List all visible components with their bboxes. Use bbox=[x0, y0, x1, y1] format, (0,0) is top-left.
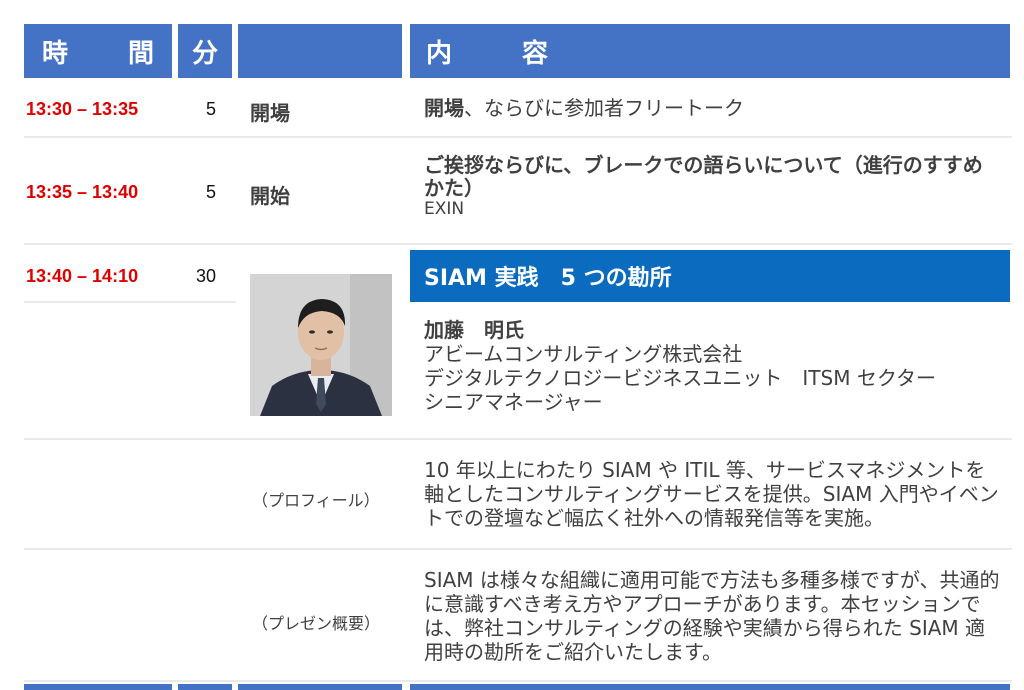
header-content: 内 容 bbox=[410, 24, 1010, 78]
row-1-content-rest: 、ならびに参加者フリートーク bbox=[464, 96, 744, 120]
row-2-time: 13:35 – 13:40 bbox=[26, 182, 139, 202]
session-title: SIAM 実践 5 つの勘所 bbox=[424, 266, 672, 291]
row-2-minutes: 5 bbox=[205, 182, 216, 202]
next-row-strip-3 bbox=[238, 684, 402, 690]
row-2-content: ご挨拶ならびに、ブレークでの語らいについて（進行のすすめかた） EXIN bbox=[424, 154, 1002, 220]
row-1-minutes: 5 bbox=[205, 99, 216, 119]
session-title-bar: SIAM 実践 5 つの勘所 bbox=[410, 250, 1010, 302]
summary-text: SIAM は様々な組織に適用可能で方法も多種多様ですが、共通的に意識すべき考え方… bbox=[424, 568, 1000, 664]
next-row-strip-2 bbox=[178, 684, 232, 690]
row-1-time: 13:30 – 13:35 bbox=[26, 99, 139, 119]
header-time-char-1: 時 bbox=[42, 38, 69, 69]
header-time: 時 間 bbox=[24, 24, 172, 78]
row-1-label: 開場 bbox=[250, 101, 290, 125]
next-row-strip-1 bbox=[24, 684, 172, 690]
divider-row3-time bbox=[24, 301, 236, 303]
row-2-content-sub: EXIN bbox=[424, 199, 465, 219]
row-1-content-bold: 開場 bbox=[424, 96, 464, 120]
profile-text: 10 年以上にわたり SIAM や ITIL 等、サービスマネジメントを軸とした… bbox=[424, 458, 999, 530]
row-1-content: 開場、ならびに参加者フリートーク bbox=[424, 97, 1004, 120]
divider-4 bbox=[24, 548, 1012, 550]
header-content-char-2: 容 bbox=[522, 38, 549, 69]
header-blank bbox=[238, 24, 402, 78]
profile-label: （プロフィール） bbox=[252, 491, 380, 510]
header-content-char-1: 内 bbox=[426, 38, 453, 69]
speaker-info: 加藤 明氏 アビームコンサルティング株式会社 デジタルテクノロジービジネスユニッ… bbox=[424, 318, 1004, 414]
summary-label: （プレゼン概要） bbox=[252, 614, 381, 633]
next-row-strip-4 bbox=[410, 684, 1010, 690]
header-minutes: 分 bbox=[178, 24, 232, 78]
row-3-time: 13:40 – 14:10 bbox=[26, 266, 139, 286]
speaker-unit: デジタルテクノロジービジネスユニット ITSM セクター bbox=[424, 366, 937, 390]
row-3-minutes: 30 bbox=[195, 266, 216, 286]
divider-3 bbox=[24, 438, 1012, 440]
speaker-photo-image bbox=[250, 274, 392, 416]
row-2-content-bold: ご挨拶ならびに、ブレークでの語らいについて（進行のすすめかた） bbox=[424, 153, 983, 200]
divider-5 bbox=[24, 680, 1012, 682]
header-time-char-2: 間 bbox=[127, 38, 154, 69]
speaker-company: アビームコンサルティング株式会社 bbox=[424, 342, 743, 366]
header-minutes-label: 分 bbox=[191, 38, 218, 69]
row-2-label: 開始 bbox=[250, 184, 290, 208]
divider-2 bbox=[24, 243, 1012, 245]
speaker-name: 加藤 明氏 bbox=[424, 318, 524, 342]
speaker-position: シニアマネージャー bbox=[424, 390, 603, 414]
speaker-photo bbox=[250, 274, 392, 416]
divider-1 bbox=[24, 136, 1012, 138]
